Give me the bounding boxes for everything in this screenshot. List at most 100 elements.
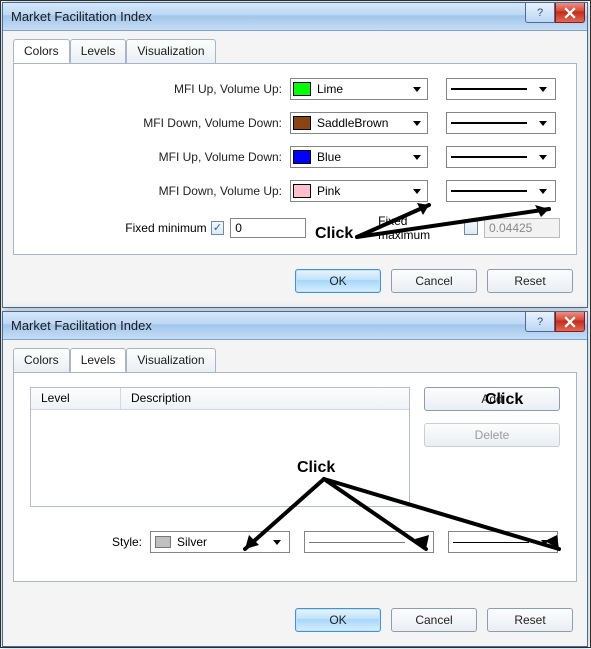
button-label: Reset xyxy=(514,613,545,627)
tab-visualization[interactable]: Visualization xyxy=(126,39,215,63)
color-name: Silver xyxy=(177,535,269,549)
col-description[interactable]: Description xyxy=(121,388,409,409)
fixed-max-checkbox[interactable] xyxy=(464,221,478,235)
color-combo[interactable]: Lime xyxy=(290,78,428,100)
button-label: Cancel xyxy=(415,274,452,288)
row-label: MFI Down, Volume Down: xyxy=(30,116,290,130)
tab-label: Visualization xyxy=(137,353,204,367)
fixed-min-checkbox[interactable] xyxy=(211,221,225,235)
close-button[interactable] xyxy=(555,312,585,332)
help-button[interactable]: ? xyxy=(525,3,555,23)
levels-header: Level Description xyxy=(31,388,409,410)
chevron-down-icon xyxy=(409,80,425,98)
tab-colors[interactable]: Colors xyxy=(13,39,70,63)
dialog-mfi-levels: Market Facilitation Index ? Colors Level… xyxy=(2,311,588,647)
line-width-combo[interactable] xyxy=(446,146,556,168)
window-title: Market Facilitation Index xyxy=(11,9,152,24)
line-width-combo[interactable] xyxy=(446,112,556,134)
colors-pane: MFI Up, Volume Up: Lime MFI Down, Volume… xyxy=(14,64,576,254)
window-title: Market Facilitation Index xyxy=(11,318,152,333)
close-icon xyxy=(564,316,576,328)
line-width-combo[interactable] xyxy=(446,78,556,100)
chevron-down-icon xyxy=(535,182,551,200)
fixed-min-input[interactable]: 0 xyxy=(230,218,306,238)
chevron-down-icon xyxy=(537,533,553,551)
chevron-down-icon xyxy=(535,114,551,132)
line-sample xyxy=(451,156,527,158)
help-button[interactable]: ? xyxy=(525,312,555,332)
cancel-button[interactable]: Cancel xyxy=(391,269,477,293)
fixed-min-max-row: Fixed minimum 0 Fixed maximum 0.04425 xyxy=(30,214,560,242)
help-icon: ? xyxy=(537,316,543,328)
row-label: MFI Up, Volume Up: xyxy=(30,82,290,96)
dialog-mfi-colors: Market Facilitation Index ? Colors Level… xyxy=(2,2,588,308)
tab-label: Colors xyxy=(24,44,59,58)
color-row-mfi-down-vol-down: MFI Down, Volume Down: SaddleBrown xyxy=(30,112,560,134)
button-bar: OK Cancel Reset xyxy=(13,598,577,636)
tabstrip: Colors Levels Visualization xyxy=(13,39,577,64)
color-swatch xyxy=(293,184,311,198)
color-name: Pink xyxy=(317,184,409,198)
line-sample xyxy=(453,542,529,543)
line-sample xyxy=(309,542,405,543)
delete-button: Delete xyxy=(424,423,560,447)
style-color-combo[interactable]: Silver xyxy=(150,531,290,553)
levels-pane: Level Description Add Delete Style: Silv… xyxy=(14,373,576,565)
titlebar[interactable]: Market Facilitation Index ? xyxy=(3,312,587,340)
help-icon: ? xyxy=(537,7,543,19)
ok-button[interactable]: OK xyxy=(295,269,381,293)
color-name: Lime xyxy=(317,82,409,96)
button-label: Add xyxy=(481,392,502,406)
row-label: MFI Up, Volume Down: xyxy=(30,150,290,164)
tab-levels[interactable]: Levels xyxy=(70,39,127,63)
color-row-mfi-up-vol-down: MFI Up, Volume Down: Blue xyxy=(30,146,560,168)
color-row-mfi-up-vol-up: MFI Up, Volume Up: Lime xyxy=(30,78,560,100)
levels-list[interactable]: Level Description xyxy=(30,387,410,507)
line-width-combo[interactable] xyxy=(446,180,556,202)
button-label: Delete xyxy=(475,428,510,442)
tab-label: Levels xyxy=(81,44,116,58)
color-combo[interactable]: Blue xyxy=(290,146,428,168)
chevron-down-icon xyxy=(269,533,285,551)
chevron-down-icon xyxy=(535,148,551,166)
titlebar[interactable]: Market Facilitation Index ? xyxy=(3,3,587,31)
color-name: SaddleBrown xyxy=(317,116,409,130)
add-button[interactable]: Add xyxy=(424,387,560,411)
input-value: 0.04425 xyxy=(489,221,532,235)
color-name: Blue xyxy=(317,150,409,164)
button-label: OK xyxy=(329,274,346,288)
fixed-max-label: Fixed maximum xyxy=(378,214,464,242)
style-label: Style: xyxy=(30,535,150,549)
tabstrip: Colors Levels Visualization xyxy=(13,348,577,373)
tab-label: Visualization xyxy=(137,44,204,58)
chevron-down-icon xyxy=(409,182,425,200)
tab-label: Colors xyxy=(24,353,59,367)
tab-visualization[interactable]: Visualization xyxy=(126,348,215,372)
tab-label: Levels xyxy=(81,353,116,367)
col-level[interactable]: Level xyxy=(31,388,121,409)
color-swatch xyxy=(293,82,311,96)
chevron-down-icon xyxy=(409,148,425,166)
color-swatch xyxy=(293,116,311,130)
tab-levels[interactable]: Levels xyxy=(70,348,127,372)
style-row: Style: Silver xyxy=(30,531,560,553)
cancel-button[interactable]: Cancel xyxy=(391,608,477,632)
style-line-combo[interactable] xyxy=(304,531,434,553)
color-row-mfi-down-vol-up: MFI Down, Volume Up: Pink xyxy=(30,180,560,202)
color-combo[interactable]: Pink xyxy=(290,180,428,202)
color-swatch xyxy=(155,536,171,548)
line-sample xyxy=(451,190,527,192)
style-width-combo[interactable] xyxy=(448,531,558,553)
ok-button[interactable]: OK xyxy=(295,608,381,632)
button-bar: OK Cancel Reset xyxy=(13,259,577,297)
chevron-down-icon xyxy=(413,533,429,551)
chevron-down-icon xyxy=(535,80,551,98)
fixed-max-input: 0.04425 xyxy=(484,218,560,238)
reset-button[interactable]: Reset xyxy=(487,269,573,293)
close-button[interactable] xyxy=(555,3,585,23)
color-combo[interactable]: SaddleBrown xyxy=(290,112,428,134)
reset-button[interactable]: Reset xyxy=(487,608,573,632)
button-label: Reset xyxy=(514,274,545,288)
button-label: OK xyxy=(329,613,346,627)
tab-colors[interactable]: Colors xyxy=(13,348,70,372)
